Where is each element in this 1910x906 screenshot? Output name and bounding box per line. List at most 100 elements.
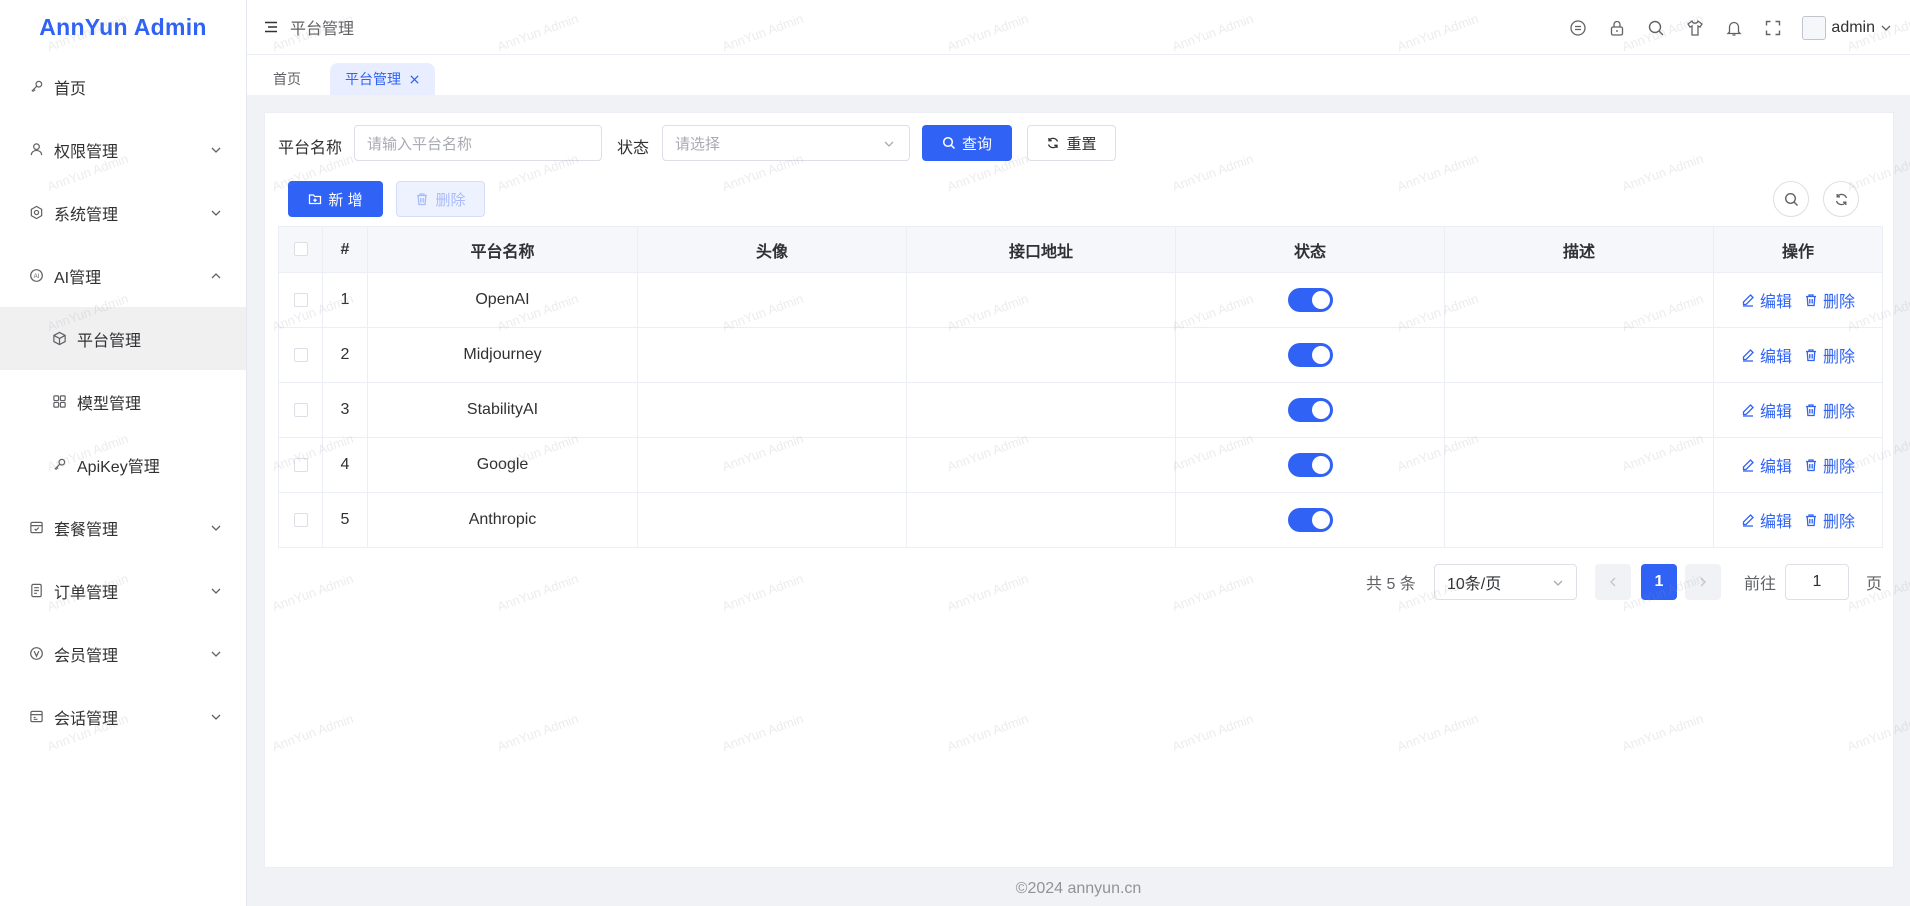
row-checkbox[interactable]: [293, 402, 308, 417]
add-button[interactable]: 新 增: [288, 181, 383, 217]
trash-icon: [1806, 294, 1816, 307]
status-cell: [1175, 492, 1445, 548]
row-index: 1: [322, 272, 368, 328]
delete-button[interactable]: 删除: [1804, 508, 1855, 532]
status-switch[interactable]: [1287, 508, 1333, 532]
avatar[interactable]: [1802, 15, 1827, 40]
sidebar-item-label: 系统管理: [54, 206, 119, 224]
username[interactable]: admin: [1831, 19, 1875, 37]
svg-text:AI: AI: [33, 273, 39, 280]
reset-button[interactable]: 重置: [1027, 125, 1116, 161]
row-select-cell: [278, 272, 323, 328]
delete-label: 删除: [1823, 294, 1856, 311]
edit-icon: [1742, 459, 1754, 472]
status-switch[interactable]: [1287, 343, 1333, 367]
status-switch[interactable]: [1287, 453, 1333, 477]
chevron-down-icon: [211, 147, 221, 153]
row-checkbox[interactable]: [293, 457, 308, 472]
tab-home[interactable]: 首页: [258, 63, 316, 95]
search-button[interactable]: 查询: [922, 125, 1012, 161]
sidebar-item-models[interactable]: 模型管理: [0, 370, 246, 433]
sidebar-item-system[interactable]: 系统管理: [0, 181, 246, 244]
app-logo: AnnYun Admin: [39, 14, 207, 40]
sidebar-item-ai[interactable]: AI AI管理: [0, 244, 246, 307]
edit-label: 编辑: [1759, 459, 1792, 476]
edit-icon: [1742, 404, 1754, 417]
edit-button[interactable]: 编辑: [1741, 398, 1792, 422]
delete-label: 删除: [1823, 349, 1856, 366]
status-cell: [1175, 327, 1445, 383]
menu-toggle-icon[interactable]: [263, 19, 279, 35]
name-filter-label: 平台名称: [278, 140, 343, 157]
delete-button[interactable]: 删除: [1804, 288, 1855, 312]
delete-button[interactable]: 删除: [1804, 343, 1855, 367]
toggle-search-button[interactable]: [1773, 181, 1809, 217]
delete-button[interactable]: 删除: [1804, 453, 1855, 477]
row-index: 5: [322, 492, 368, 548]
trash-icon: [1806, 349, 1816, 362]
edit-label: 编辑: [1759, 349, 1792, 366]
bell-icon[interactable]: [1725, 19, 1743, 37]
sidebar-item-sessions[interactable]: 会话管理: [0, 685, 246, 748]
page-size-select[interactable]: 10条/页: [1434, 564, 1577, 600]
platform-url: [906, 382, 1176, 438]
language-icon[interactable]: [1569, 19, 1587, 37]
row-index: 4: [322, 437, 368, 493]
row-index: 3: [322, 382, 368, 438]
batch-delete-button[interactable]: 删除: [396, 181, 485, 217]
platform-name-input[interactable]: 请输入平台名称: [354, 125, 602, 161]
lock-icon[interactable]: [1608, 19, 1626, 37]
table-row: 5 Anthropic 编辑 删除: [278, 492, 1883, 548]
edit-label: 编辑: [1759, 514, 1792, 531]
column-header: 接口地址: [906, 226, 1176, 273]
sidebar-item-packages[interactable]: 套餐管理: [0, 496, 246, 559]
select-all-cell: [278, 226, 323, 273]
prev-page-button[interactable]: [1595, 564, 1631, 600]
sidebar-item-members[interactable]: 会员管理: [0, 622, 246, 685]
tab-platform[interactable]: 平台管理: [330, 63, 435, 95]
sidebar-item-apikey[interactable]: ApiKey管理: [0, 433, 246, 496]
theme-shirt-icon[interactable]: [1686, 19, 1704, 37]
sidebar-item-home[interactable]: 首页: [0, 55, 246, 118]
sidebar-item-platform[interactable]: 平台管理: [0, 307, 246, 370]
sidebar-item-permissions[interactable]: 权限管理: [0, 118, 246, 181]
edit-button[interactable]: 编辑: [1741, 508, 1792, 532]
edit-button[interactable]: 编辑: [1741, 343, 1792, 367]
row-checkbox[interactable]: [293, 292, 308, 307]
search-icon[interactable]: [1647, 19, 1665, 37]
select-all-checkbox[interactable]: [293, 242, 308, 257]
sidebar-item-label: 平台管理: [77, 332, 142, 350]
row-checkbox[interactable]: [293, 512, 308, 527]
status-switch[interactable]: [1287, 288, 1333, 312]
select-placeholder: 请选择: [675, 135, 721, 153]
actions-cell: 编辑 删除: [1713, 272, 1883, 328]
platform-desc: [1444, 382, 1714, 438]
table-row: 3 StabilityAI 编辑 删除: [278, 382, 1883, 438]
close-icon[interactable]: [409, 74, 420, 85]
box-icon: [51, 331, 67, 347]
edit-button[interactable]: 编辑: [1741, 453, 1792, 477]
platform-url: [906, 272, 1176, 328]
delete-button[interactable]: 删除: [1804, 398, 1855, 422]
edit-button[interactable]: 编辑: [1741, 288, 1792, 312]
platform-desc: [1444, 272, 1714, 328]
edit-icon: [1742, 349, 1754, 362]
trash-icon: [417, 193, 428, 206]
chevron-down-icon[interactable]: [1880, 22, 1892, 34]
page-number-button[interactable]: 1: [1641, 564, 1677, 600]
main-card: 平台名称 请输入平台名称 状态 请选择 查询 重置 新 增 删除 # 平台名称 …: [264, 112, 1894, 868]
fullscreen-icon[interactable]: [1764, 19, 1782, 37]
row-checkbox[interactable]: [293, 347, 308, 362]
sidebar-item-orders[interactable]: 订单管理: [0, 559, 246, 622]
next-page-button[interactable]: [1685, 564, 1721, 600]
column-header: 头像: [637, 226, 907, 273]
delete-label: 删除: [1823, 514, 1856, 531]
status-switch[interactable]: [1287, 398, 1333, 422]
status-cell: [1175, 382, 1445, 438]
refresh-icon: [1048, 137, 1059, 149]
edit-icon: [1742, 294, 1754, 307]
status-select[interactable]: 请选择: [662, 125, 910, 161]
goto-page-input[interactable]: 1: [1785, 564, 1849, 600]
refresh-table-button[interactable]: [1823, 181, 1859, 217]
chevron-down-icon: [884, 141, 894, 147]
